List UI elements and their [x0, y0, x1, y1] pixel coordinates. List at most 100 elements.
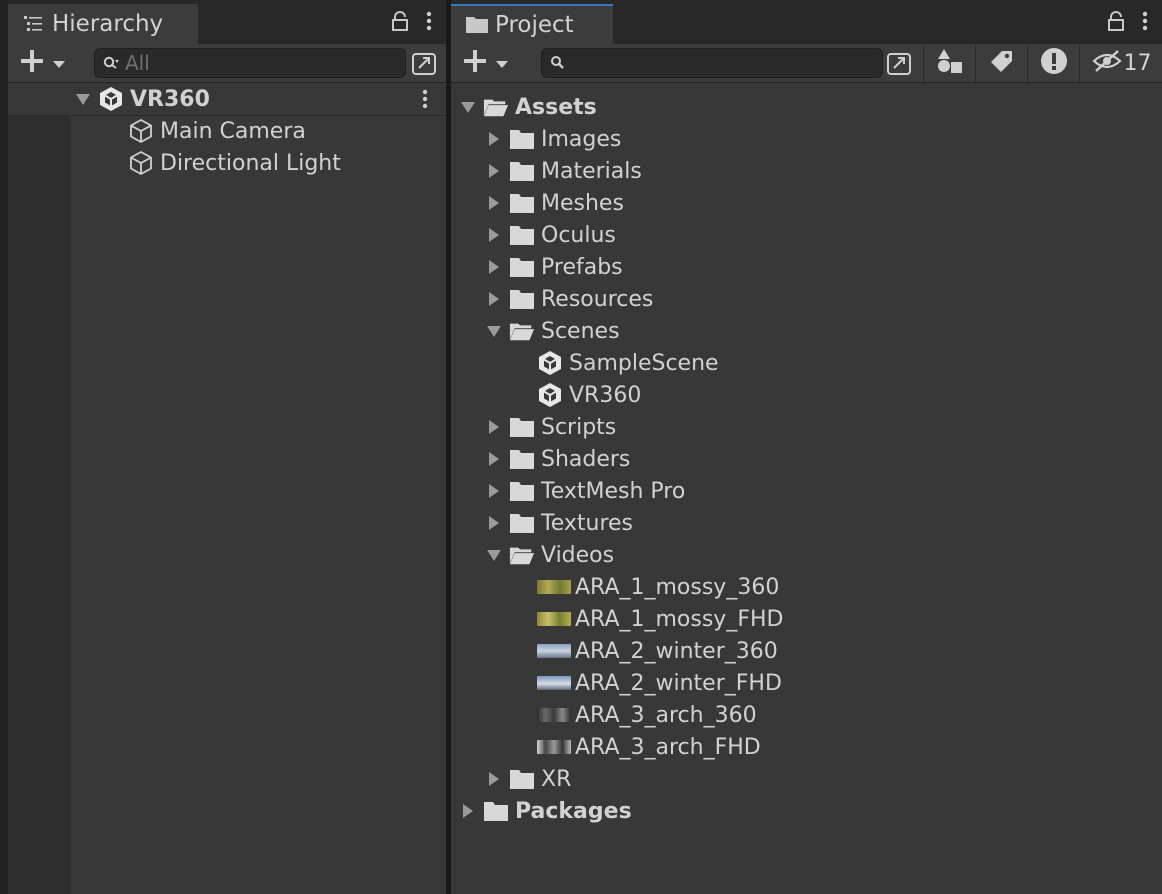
- collapse-arrow-icon[interactable]: [485, 507, 503, 539]
- folder-open-icon: [509, 318, 535, 344]
- folder-label: Meshes: [541, 190, 624, 216]
- search-mode-icon[interactable]: [883, 48, 915, 78]
- scene-menu-icon[interactable]: [422, 88, 428, 116]
- plus-icon: [18, 47, 46, 79]
- collapse-arrow-icon[interactable]: [485, 123, 503, 155]
- folder-label: Scripts: [541, 414, 617, 440]
- plus-icon: [461, 47, 489, 79]
- chevron-down-icon: [495, 54, 509, 73]
- folder-icon: [509, 126, 535, 152]
- hidden-count: 17: [1123, 50, 1152, 76]
- asset-label: SampleScene: [569, 350, 719, 376]
- video-thumbnail-arch: [537, 740, 571, 754]
- type-filter-button[interactable]: [923, 44, 976, 82]
- lock-icon[interactable]: [390, 10, 410, 36]
- asset-row-samplescene[interactable]: SampleScene: [451, 347, 1162, 379]
- folder-row-images[interactable]: Images: [451, 123, 1162, 155]
- folder-label: Videos: [541, 542, 615, 568]
- asset-label: ARA_2_winter_FHD: [575, 670, 782, 696]
- asset-label: ARA_3_arch_360: [575, 702, 757, 728]
- folder-row-materials[interactable]: Materials: [451, 155, 1162, 187]
- folder-row-packages[interactable]: Packages: [451, 795, 1162, 827]
- shapes-icon: [936, 48, 964, 78]
- collapse-arrow-icon[interactable]: [485, 443, 503, 475]
- video-thumbnail-mossy: [537, 612, 571, 626]
- hierarchy-search-input[interactable]: All: [94, 48, 406, 78]
- asset-row-video[interactable]: ARA_3_arch_360: [451, 699, 1162, 731]
- folder-icon: [509, 510, 535, 536]
- folder-label: Assets: [515, 94, 597, 120]
- label-filter-button[interactable]: [975, 44, 1028, 82]
- folder-icon: [483, 798, 509, 824]
- folder-icon: [509, 254, 535, 280]
- collapse-arrow-icon[interactable]: [459, 795, 477, 827]
- folder-row-meshes[interactable]: Meshes: [451, 187, 1162, 219]
- unity-scene-icon: [98, 86, 124, 112]
- expand-arrow-icon[interactable]: [485, 539, 503, 571]
- expand-arrow-icon[interactable]: [74, 83, 92, 115]
- expand-arrow-icon[interactable]: [459, 91, 477, 123]
- asset-label: ARA_1_mossy_360: [575, 574, 780, 600]
- folder-row-shaders[interactable]: Shaders: [451, 443, 1162, 475]
- asset-row-video[interactable]: ARA_2_winter_FHD: [451, 667, 1162, 699]
- folder-row-videos[interactable]: Videos: [451, 539, 1162, 571]
- folder-row-oculus[interactable]: Oculus: [451, 219, 1162, 251]
- project-toolbar: 17: [451, 44, 1162, 83]
- log-filter-button[interactable]: [1027, 44, 1080, 82]
- tab-hierarchy[interactable]: Hierarchy: [8, 4, 198, 44]
- folder-label: Scenes: [541, 318, 620, 344]
- collapse-arrow-icon[interactable]: [485, 251, 503, 283]
- visibility-toggle-button[interactable]: 17: [1079, 44, 1162, 82]
- collapse-arrow-icon[interactable]: [485, 219, 503, 251]
- folder-row-assets[interactable]: Assets: [451, 91, 1162, 123]
- unity-scene-icon: [537, 350, 563, 376]
- collapse-arrow-icon[interactable]: [485, 475, 503, 507]
- collapse-arrow-icon[interactable]: [485, 763, 503, 795]
- kebab-menu-icon[interactable]: [1142, 10, 1148, 36]
- unity-scene-icon: [537, 382, 563, 408]
- collapse-arrow-icon[interactable]: [485, 283, 503, 315]
- folder-icon: [465, 14, 488, 36]
- folder-row-textmesh-pro[interactable]: TextMesh Pro: [451, 475, 1162, 507]
- folder-label: Shaders: [541, 446, 631, 472]
- kebab-menu-icon[interactable]: [426, 10, 432, 36]
- collapse-arrow-icon[interactable]: [485, 411, 503, 443]
- tab-project-label: Project: [495, 12, 574, 38]
- lock-icon[interactable]: [1106, 10, 1126, 36]
- cube-icon: [128, 118, 154, 144]
- asset-row-video[interactable]: ARA_3_arch_FHD: [451, 731, 1162, 763]
- folder-row-resources[interactable]: Resources: [451, 283, 1162, 315]
- hierarchy-tabbar: Hierarchy: [8, 0, 446, 45]
- create-button[interactable]: [18, 48, 88, 78]
- asset-row-video[interactable]: ARA_2_winter_360: [451, 635, 1162, 667]
- gameobject-row-main-camera[interactable]: Main Camera: [8, 115, 446, 147]
- project-panel: Project 17 Assets Images Materials Meshe…: [451, 0, 1162, 894]
- search-mode-icon[interactable]: [408, 48, 440, 78]
- folder-icon: [509, 222, 535, 248]
- collapse-arrow-icon[interactable]: [485, 187, 503, 219]
- folder-row-textures[interactable]: Textures: [451, 507, 1162, 539]
- chevron-down-icon: [52, 54, 66, 73]
- warning-icon: [1040, 47, 1068, 79]
- folder-row-scripts[interactable]: Scripts: [451, 411, 1162, 443]
- folder-row-xr[interactable]: XR: [451, 763, 1162, 795]
- asset-row-video[interactable]: ARA_1_mossy_FHD: [451, 603, 1162, 635]
- asset-row-vr360[interactable]: VR360: [451, 379, 1162, 411]
- scene-row-vr360[interactable]: VR360: [8, 83, 446, 116]
- tab-project[interactable]: Project: [451, 4, 613, 44]
- create-button[interactable]: [461, 48, 531, 78]
- folder-row-scenes[interactable]: Scenes: [451, 315, 1162, 347]
- scene-name: VR360: [130, 86, 210, 112]
- project-search-input[interactable]: [541, 48, 883, 78]
- asset-row-video[interactable]: ARA_1_mossy_360: [451, 571, 1162, 603]
- gameobject-label: Main Camera: [160, 118, 306, 144]
- hierarchy-toolbar: All: [8, 44, 446, 83]
- tab-hierarchy-label: Hierarchy: [52, 11, 164, 37]
- video-thumbnail-winter: [537, 676, 571, 690]
- collapse-arrow-icon[interactable]: [485, 155, 503, 187]
- expand-arrow-icon[interactable]: [485, 315, 503, 347]
- folder-row-prefabs[interactable]: Prefabs: [451, 251, 1162, 283]
- folder-icon: [509, 190, 535, 216]
- project-tree: Assets Images Materials Meshes Oculus Pr…: [451, 83, 1162, 894]
- gameobject-row-directional-light[interactable]: Directional Light: [8, 147, 446, 179]
